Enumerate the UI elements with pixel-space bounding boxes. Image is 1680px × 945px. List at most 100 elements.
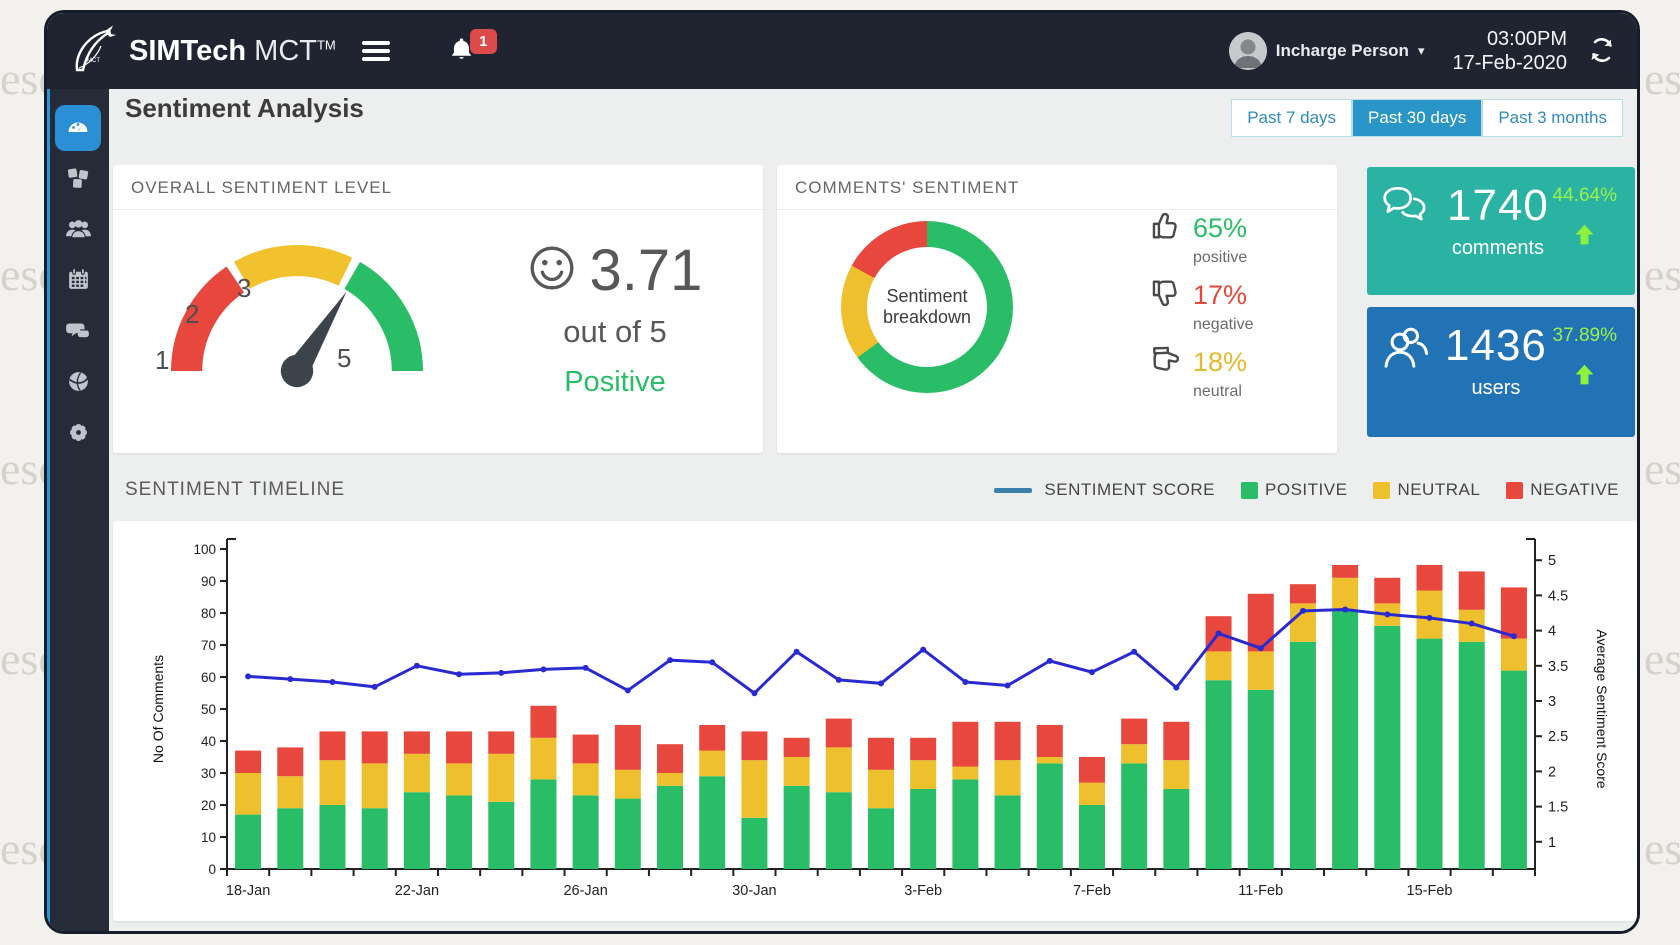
gauge-label-3: 3 [237,273,251,304]
donut-center-label: Sentiment breakdown [867,247,987,367]
sidebar-item-web[interactable] [55,360,101,406]
legend-positive: 65% positive [1149,209,1254,267]
gauge-label-2: 2 [185,299,199,330]
comments-label: comments [1447,237,1549,260]
negative-legend-label: NEGATIVE [1530,480,1619,500]
overall-score-outof: out of 5 [485,314,745,350]
user-menu[interactable]: Incharge Person ▾ [1229,32,1425,70]
svg-text:22-Jan: 22-Jan [395,883,439,899]
overall-sentiment-title: OVERALL SENTIMENT LEVEL [113,165,763,210]
svg-text:20: 20 [201,798,216,813]
svg-text:3.5: 3.5 [1548,659,1568,675]
sidebar-item-dashboard[interactable] [55,105,101,151]
watermark-text: ese [1644,442,1680,495]
svg-text:3: 3 [1548,694,1556,710]
sidebar-item-users[interactable] [55,207,101,253]
positive-pct: 65% [1193,213,1247,244]
chevron-down-icon: ▾ [1418,43,1425,59]
timeline-chart: 010203040506070809010018-Jan22-Jan26-Jan… [123,529,1627,913]
brand-title: SIMTech MCTTM [129,35,336,68]
comments-bubbles-icon [1381,185,1433,285]
svg-text:1.5: 1.5 [1548,800,1568,816]
legend-negative: 17% negative [1149,276,1254,334]
users-delta: 37.89% [1553,325,1617,347]
main-content: Sentiment Analysis Past 7 days Past 30 d… [109,89,1637,934]
svg-text:30-Jan: 30-Jan [732,883,776,899]
sidebar-item-settings[interactable] [55,411,101,457]
svg-text:60: 60 [201,670,216,685]
gauge-needle [275,283,361,393]
user-name: Incharge Person [1276,41,1409,61]
neutral-legend-label: NEUTRAL [1397,480,1480,500]
globe-icon [66,369,91,397]
refresh-icon [1587,53,1617,68]
range-past-30-days[interactable]: Past 30 days [1352,99,1482,137]
cubes-icon [65,165,91,194]
comments-delta: 44.64% [1553,185,1617,207]
svg-text:80: 80 [201,606,216,621]
legend-positive-item: POSITIVE [1241,480,1347,500]
svg-text:2: 2 [1548,764,1556,780]
svg-text:2.5: 2.5 [1548,729,1568,745]
notifications-button[interactable]: 1 [448,35,475,67]
sidebar-item-calendar[interactable] [55,258,101,304]
brand-bold: SIMTech [129,35,246,67]
legend-neutral-item: NEUTRAL [1373,480,1480,500]
timeline-title: SENTIMENT TIMELINE [125,479,345,501]
thumb-down-icon [1149,276,1183,315]
sentiment-gauge: 1 2 3 5 [147,227,457,417]
watermark-text: ese [1644,822,1680,875]
overall-score-verdict: Positive [485,366,745,399]
users-group-icon [65,217,92,244]
score-line-swatch [994,488,1032,493]
users-label: users [1445,377,1547,400]
watermark-text: ese [1644,632,1680,685]
svg-text:40: 40 [201,734,216,749]
score-line-label: SENTIMENT SCORE [1044,480,1215,500]
range-past-7-days[interactable]: Past 7 days [1231,99,1352,137]
svg-text:7-Feb: 7-Feb [1073,883,1111,899]
svg-text:No Of Comments: No Of Comments [150,655,166,763]
svg-text:30: 30 [201,766,216,781]
watermark-text: ese [1644,248,1680,301]
notification-badge: 1 [470,29,497,54]
chat-bubbles-icon [65,319,91,345]
smiley-icon [528,244,576,297]
positive-legend-label: POSITIVE [1265,480,1347,500]
legend-negative-item: NEGATIVE [1506,480,1619,500]
arrow-up-icon [1574,223,1595,251]
menu-button[interactable] [362,41,390,61]
svg-text:15-Feb: 15-Feb [1407,883,1453,899]
sidebar-item-modules[interactable] [55,156,101,202]
positive-swatch [1241,482,1258,499]
positive-label: positive [1193,249,1254,267]
overall-score-value: 3.71 [590,237,703,304]
sidebar-item-chat[interactable] [55,309,101,355]
thumb-up-icon [1149,209,1183,248]
sentiment-donut-chart: Sentiment breakdown [841,221,1013,393]
app-window: MCT SIMTech MCTTM 1 [44,10,1640,934]
neutral-pct: 18% [1193,347,1247,378]
brand-tm: TM [317,37,336,52]
neutral-label: neutral [1193,383,1254,401]
donut-center-line1: Sentiment [886,286,967,307]
range-past-3-months[interactable]: Past 3 months [1482,99,1623,137]
users-outline-icon [1381,325,1431,427]
comments-count: 1740 [1447,181,1549,231]
users-count: 1436 [1445,321,1547,371]
simtech-logo-icon: MCT [67,24,121,78]
refresh-button[interactable] [1587,35,1617,68]
comments-legend: 65% positive [1149,209,1254,410]
calendar-icon [66,267,91,295]
thumb-side-icon [1149,343,1183,382]
svg-text:5: 5 [1548,553,1556,569]
clock: 03:00PM 17-Feb-2020 [1452,27,1567,75]
avatar [1229,32,1267,70]
svg-text:10: 10 [201,830,216,845]
timeline-header: SENTIMENT TIMELINE SENTIMENT SCORE POSIT… [125,479,1619,501]
svg-text:4: 4 [1548,624,1556,640]
sidebar [47,89,109,934]
comments-sentiment-card: COMMENTS' SENTIMENT Sentiment breakdown [777,165,1337,453]
users-stat-card: 1436 users 37.89% [1367,307,1635,437]
gear-icon [66,420,91,448]
